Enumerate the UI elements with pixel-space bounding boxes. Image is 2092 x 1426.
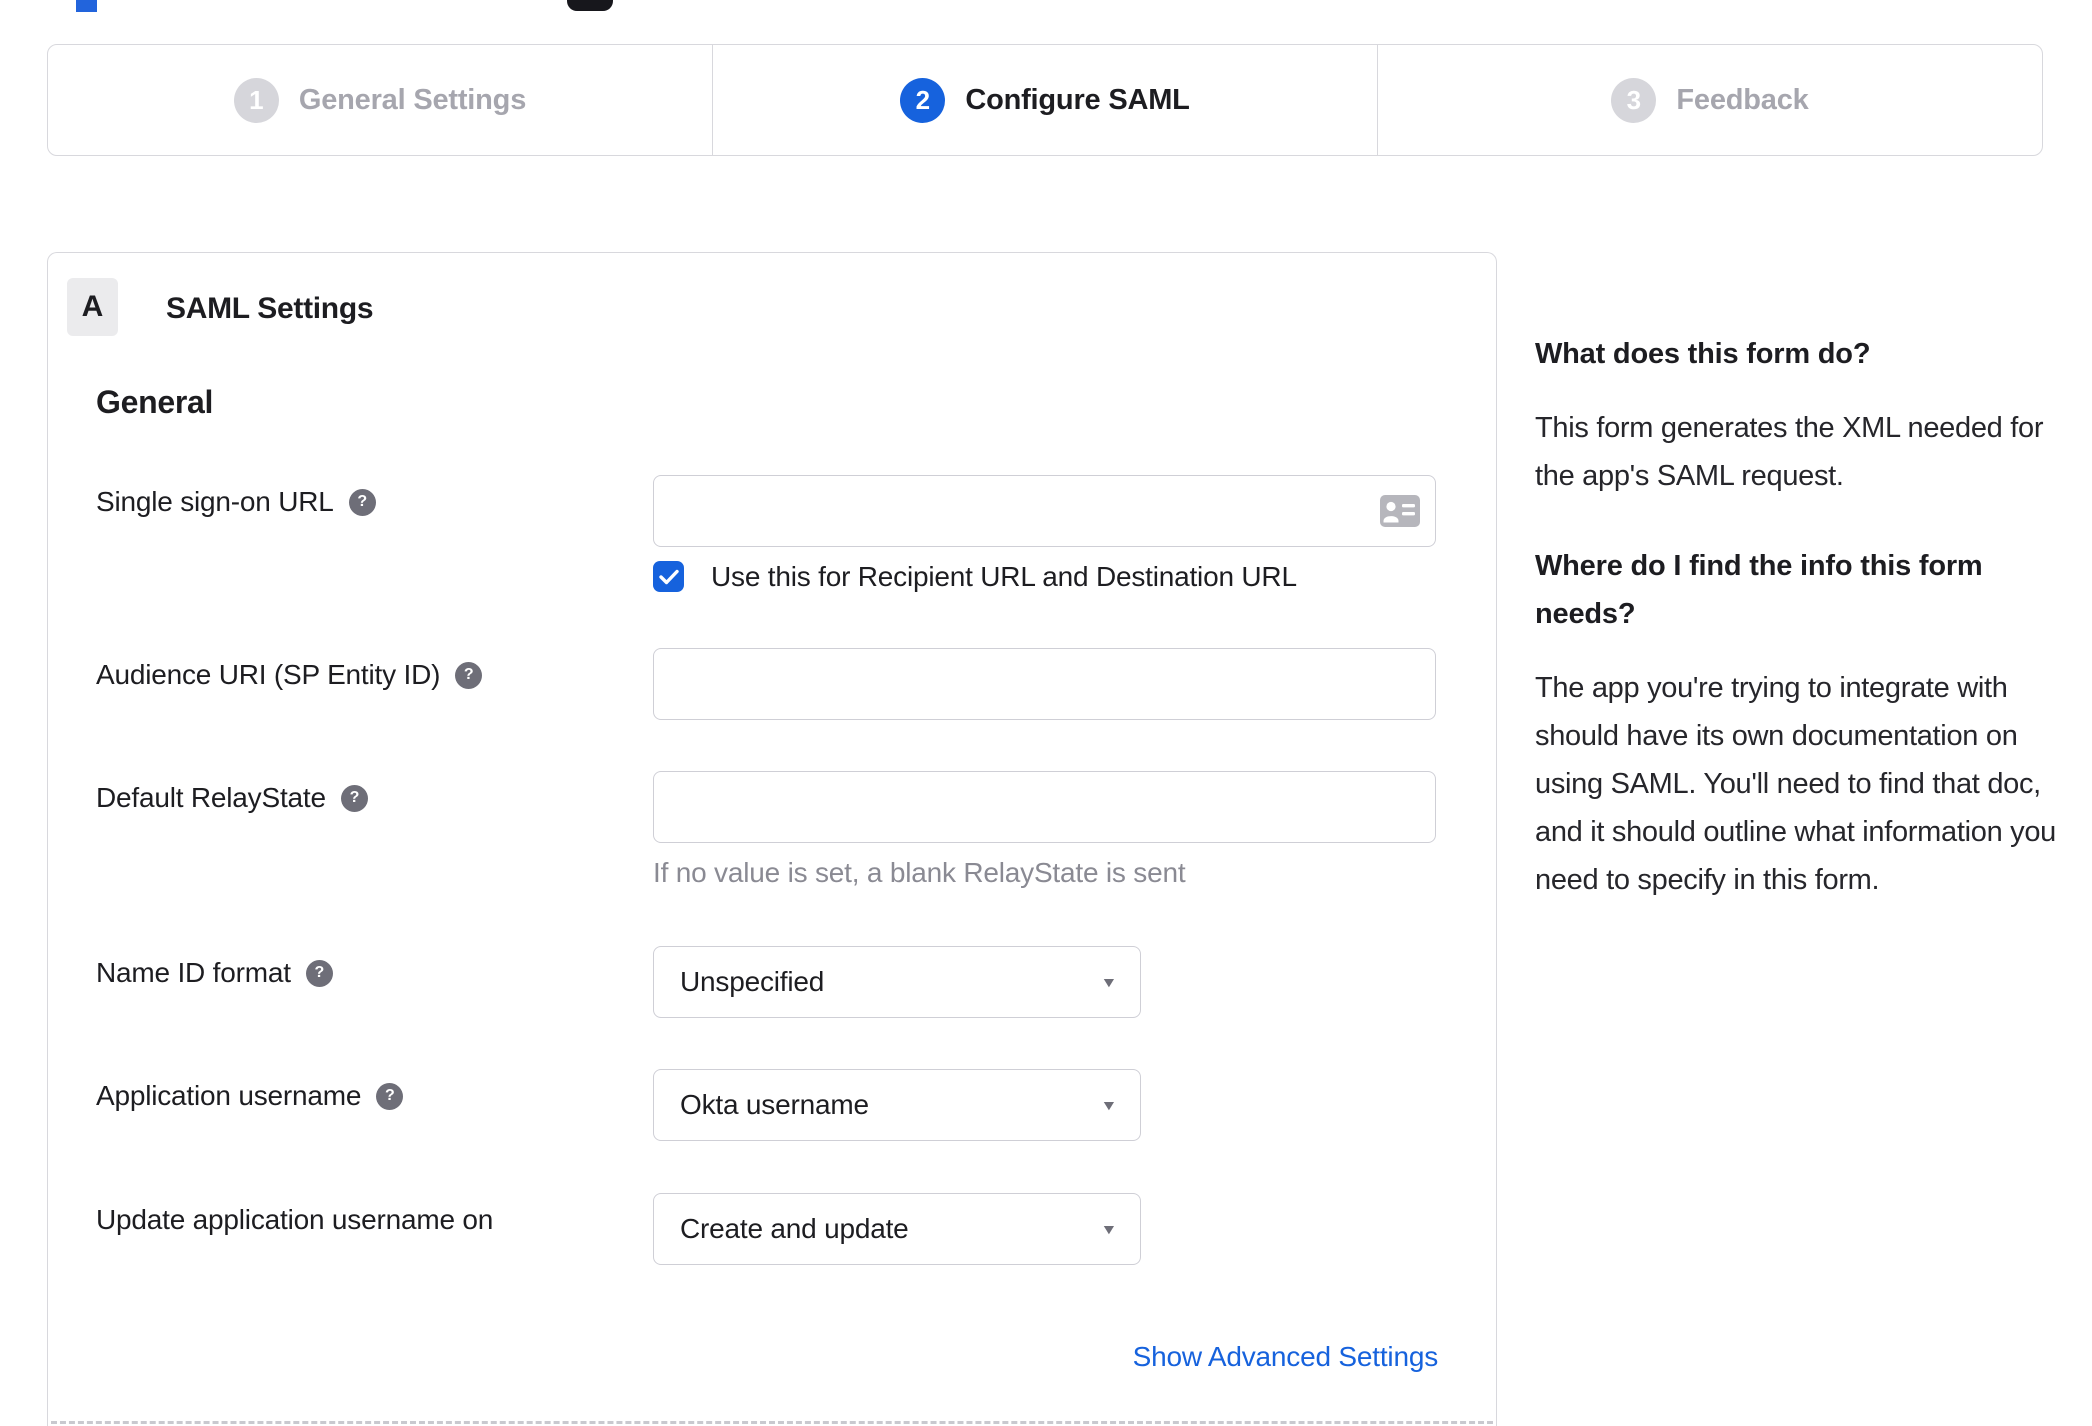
- configure-saml-page: 1 General Settings 2 Configure SAML 3 Fe…: [0, 0, 2092, 1426]
- default-relaystate-label-text: Default RelayState: [96, 782, 326, 813]
- audience-uri-label: Audience URI (SP Entity ID) ?: [96, 657, 483, 693]
- contact-card-icon[interactable]: [1380, 495, 1420, 527]
- name-id-format-label: Name ID format ?: [96, 955, 333, 991]
- help-icon[interactable]: ?: [348, 488, 376, 516]
- update-app-username-label-text: Update application username on: [96, 1204, 494, 1235]
- checkmark-icon: [658, 569, 679, 584]
- application-username-label: Application username ?: [96, 1078, 404, 1114]
- sso-url-input-wrap: [653, 475, 1436, 547]
- help-answer-1: This form generates the XML needed for t…: [1535, 412, 2044, 492]
- sso-url-label: Single sign-on URL ?: [96, 484, 376, 520]
- update-app-username-value: Create and update: [680, 1213, 909, 1244]
- update-app-username-select[interactable]: Create and update ▼: [653, 1193, 1141, 1265]
- step-2-number-badge: 2: [900, 77, 946, 123]
- step-configure-saml[interactable]: 2 Configure SAML: [712, 45, 1377, 155]
- name-id-format-select[interactable]: Unspecified ▼: [653, 946, 1141, 1018]
- step-3-label: Feedback: [1676, 83, 1809, 116]
- section-a-badge: A: [67, 278, 118, 336]
- default-relaystate-label: Default RelayState ?: [96, 780, 368, 816]
- step-general-settings[interactable]: 1 General Settings: [48, 45, 712, 155]
- general-group-title: General: [96, 384, 214, 420]
- step-feedback[interactable]: 3 Feedback: [1377, 45, 2042, 155]
- application-username-label-text: Application username: [96, 1080, 362, 1111]
- audience-uri-input[interactable]: [653, 648, 1436, 720]
- sso-url-input[interactable]: [653, 475, 1436, 547]
- application-username-select[interactable]: Okta username ▼: [653, 1069, 1141, 1141]
- audience-uri-label-text: Audience URI (SP Entity ID): [96, 659, 441, 690]
- cropped-dark-fragment: [567, 0, 613, 11]
- help-sidebar: What does this form do? This form genera…: [1535, 330, 2057, 946]
- default-relaystate-input[interactable]: [653, 771, 1436, 843]
- wizard-stepper: 1 General Settings 2 Configure SAML 3 Fe…: [47, 44, 2043, 156]
- show-advanced-settings-link[interactable]: Show Advanced Settings: [1133, 1341, 1439, 1373]
- cropped-blue-fragment: [76, 0, 97, 12]
- help-answer-2: The app you're trying to integrate with …: [1535, 672, 2057, 896]
- update-app-username-label: Update application username on: [96, 1202, 493, 1238]
- chevron-down-icon: ▼: [1100, 1221, 1118, 1237]
- recipient-url-checkbox-label[interactable]: Use this for Recipient URL and Destinati…: [711, 561, 1297, 592]
- name-id-format-value: Unspecified: [680, 966, 825, 997]
- section-title: SAML Settings: [166, 292, 374, 325]
- help-question-1: What does this form do?: [1535, 338, 1871, 370]
- section-divider-dashed: [51, 1421, 1493, 1424]
- step-1-label: General Settings: [298, 83, 527, 116]
- help-question-2: Where do I find the info this form needs…: [1535, 550, 1983, 630]
- step-2-label: Configure SAML: [965, 83, 1190, 116]
- application-username-value: Okta username: [680, 1089, 869, 1120]
- saml-settings-panel: A SAML Settings General Single sign-on U…: [47, 252, 1497, 1426]
- sso-url-label-text: Single sign-on URL: [96, 486, 334, 517]
- help-icon[interactable]: ?: [305, 959, 333, 987]
- help-icon[interactable]: ?: [455, 661, 483, 689]
- relaystate-hint: If no value is set, a blank RelayState i…: [653, 857, 1186, 888]
- chevron-down-icon: ▼: [1100, 1097, 1118, 1113]
- step-1-number-badge: 1: [233, 77, 279, 123]
- step-3-number-badge: 3: [1611, 77, 1657, 123]
- name-id-format-label-text: Name ID format: [96, 957, 291, 988]
- chevron-down-icon: ▼: [1100, 974, 1118, 990]
- help-icon[interactable]: ?: [376, 1082, 404, 1110]
- help-icon[interactable]: ?: [340, 784, 368, 812]
- recipient-url-checkbox[interactable]: [653, 561, 684, 592]
